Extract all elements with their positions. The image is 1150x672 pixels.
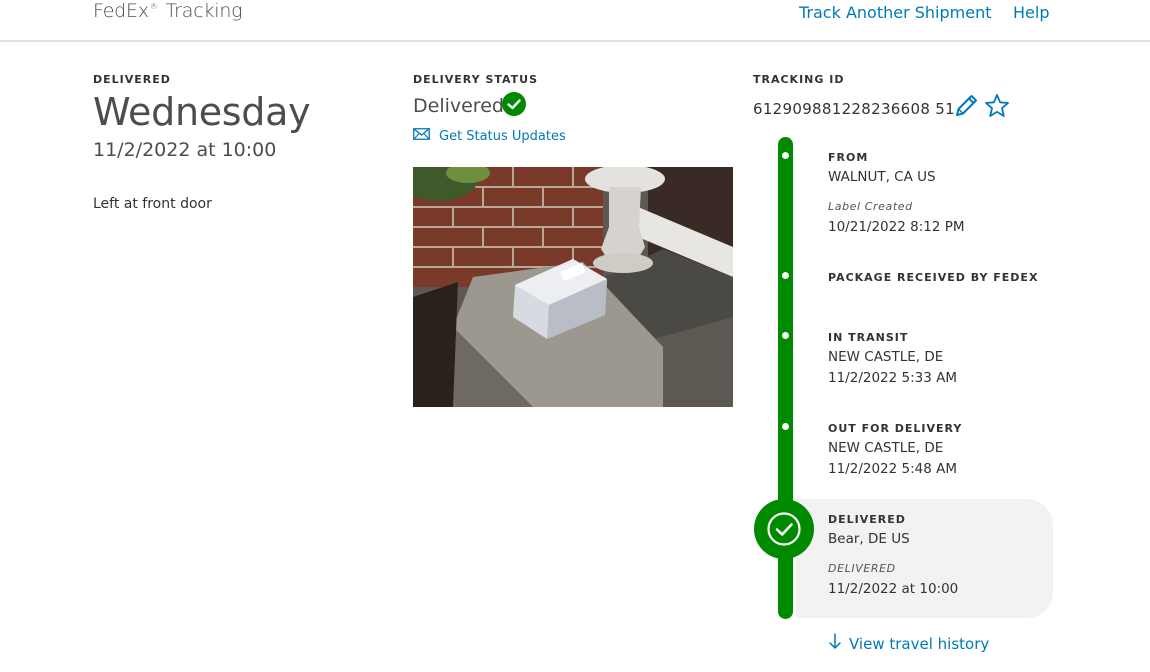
timeline-event-sublabel: Label Created	[828, 200, 913, 213]
get-status-updates-link[interactable]: Get Status Updates	[413, 128, 566, 144]
brand-logo[interactable]: FedEx® Tracking	[93, 0, 243, 22]
timeline-event-sublabel: DELIVERED	[828, 562, 896, 575]
brand-name: FedEx	[93, 0, 149, 22]
delivery-status-value: Delivered	[413, 95, 504, 117]
timeline-event-time: 11/2/2022 5:48 AM	[828, 461, 958, 477]
delivery-status-label: DELIVERY STATUS	[413, 73, 539, 86]
delivery-proof-photo[interactable]	[413, 167, 733, 407]
tracking-id-label: TRACKING ID	[753, 73, 845, 86]
delivered-check-icon	[754, 499, 814, 559]
tracking-id-value: 612909881228236608 51	[753, 100, 955, 118]
timeline-dot	[782, 423, 789, 430]
timeline-event-title: IN TRANSIT	[828, 331, 909, 344]
timeline-event-title: DELIVERED	[828, 513, 906, 526]
timeline-event-location: Bear, DE US	[828, 531, 910, 547]
timeline-event-title: FROM	[828, 151, 869, 164]
envelope-icon	[413, 128, 430, 144]
delivery-note: Left at front door	[93, 196, 212, 212]
timeline-event-location: WALNUT, CA US	[828, 169, 936, 185]
delivered-label: DELIVERED	[93, 73, 171, 86]
delivery-day: Wednesday	[93, 90, 311, 134]
track-another-shipment-link[interactable]: Track Another Shipment	[799, 3, 992, 22]
check-circle-icon	[502, 92, 526, 116]
brand-registered-mark: ®	[149, 2, 158, 11]
timeline-dot	[782, 272, 789, 279]
timeline-event-location: NEW CASTLE, DE	[828, 440, 944, 456]
timeline-event-location: NEW CASTLE, DE	[828, 349, 944, 365]
star-favorite-icon[interactable]	[983, 92, 1011, 120]
top-header: FedEx® Tracking Track Another Shipment H…	[0, 0, 1150, 42]
pencil-edit-icon[interactable]	[952, 92, 980, 120]
timeline-event-time: 11/2/2022 at 10:00	[828, 581, 959, 597]
delivery-datetime: 11/2/2022 at 10:00	[93, 139, 277, 161]
view-travel-history-label: View travel history	[849, 634, 990, 653]
arrow-down-icon	[829, 633, 841, 654]
timeline-dot	[782, 152, 789, 159]
timeline-event-time: 11/2/2022 5:33 AM	[828, 370, 958, 386]
view-travel-history-link[interactable]: View travel history	[829, 633, 989, 654]
timeline-event-time: 10/21/2022 8:12 PM	[828, 219, 965, 235]
timeline-dot	[782, 332, 789, 339]
timeline-event-title: OUT FOR DELIVERY	[828, 422, 963, 435]
timeline-event-title: PACKAGE RECEIVED BY FEDEX	[828, 271, 1039, 284]
brand-suffix: Tracking	[165, 0, 243, 22]
get-status-updates-label: Get Status Updates	[439, 128, 566, 144]
help-link[interactable]: Help	[1013, 3, 1049, 22]
